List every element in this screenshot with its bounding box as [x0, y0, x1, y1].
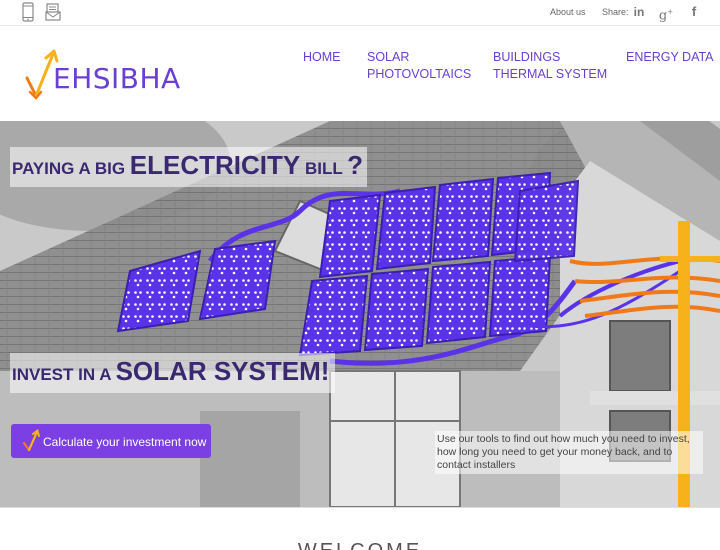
nav-buildings-label-line2: THERMAL SYSTEM — [493, 67, 608, 81]
cta-label: Calculate your investment now — [43, 435, 207, 449]
nav-buildings-label-line1: BUILDINGS — [493, 50, 561, 64]
hero-headline-solar: INVEST IN A SOLAR SYSTEM! — [10, 353, 336, 393]
headline2-part1: INVEST IN A — [12, 365, 116, 384]
hero-banner: PAYING A BIG ELECTRICITY BILL ? INVEST I… — [0, 121, 720, 507]
hero-info-text: Use our tools to find out how much you n… — [435, 431, 703, 474]
welcome-heading: WELCOME — [0, 540, 720, 550]
share-label: Share: — [602, 7, 629, 17]
headline2-part2: SOLAR SYSTEM! — [115, 356, 330, 386]
headline1-part1: PAYING A BIG — [12, 159, 130, 178]
nav-solar-label-line1: SOLAR — [367, 50, 410, 64]
calculate-investment-button[interactable]: Calculate your investment now — [11, 424, 211, 458]
mail-icon[interactable] — [43, 2, 63, 22]
linkedin-icon[interactable]: in — [631, 4, 647, 20]
logo-text: EHSIBHA — [53, 62, 181, 95]
site-header: EHSIBHA HOME SOLAR PHOTOVOLTAICS BUILDIN… — [0, 26, 720, 121]
welcome-section: WELCOME — [0, 507, 720, 550]
headline1-part2: ELECTRICITY — [129, 150, 301, 180]
about-us-link[interactable]: About us — [550, 7, 586, 17]
phone-icon[interactable] — [18, 2, 38, 22]
nav-solar-label-line2: PHOTOVOLTAICS — [367, 67, 472, 81]
headline1-part4: ? — [347, 150, 364, 180]
google-plus-icon[interactable]: g+ — [658, 4, 674, 23]
nav-energy-label: ENERGY DATA — [626, 50, 714, 64]
nav-energy-data[interactable]: ENERGY DATA — [626, 49, 714, 66]
logo-arrow-icon — [22, 429, 40, 452]
nav-home-label: HOME — [303, 50, 341, 64]
hero-headline-electricity: PAYING A BIG ELECTRICITY BILL ? — [10, 147, 368, 187]
headline1-part3: BILL — [300, 159, 348, 178]
nav-buildings-thermal[interactable]: BUILDINGS THERMAL SYSTEM — [493, 49, 607, 83]
top-bar: About us Share: in g+ f — [0, 0, 720, 26]
facebook-icon[interactable]: f — [686, 4, 702, 20]
site-logo[interactable]: EHSIBHA — [24, 48, 180, 102]
nav-home[interactable]: HOME — [303, 49, 341, 66]
nav-solar-photovoltaics[interactable]: SOLAR PHOTOVOLTAICS — [367, 49, 471, 83]
